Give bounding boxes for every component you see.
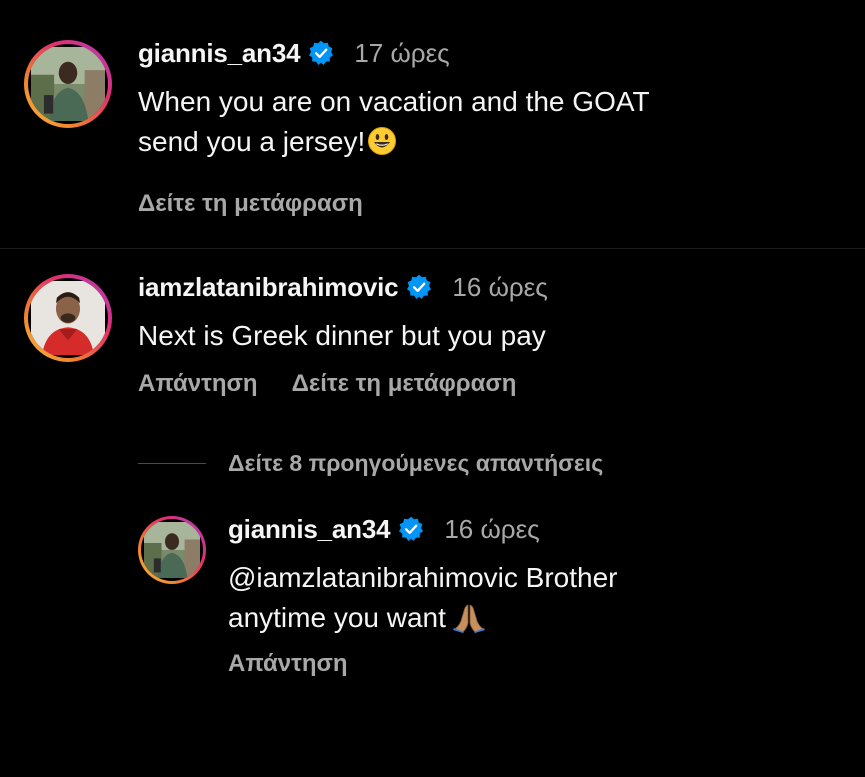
avatar-photo-giannis — [31, 47, 105, 121]
username[interactable]: giannis_an34 — [228, 514, 391, 545]
grinning-face-emoji-icon — [367, 126, 397, 156]
view-previous-replies-label[interactable]: Δείτε 8 προηγούμενες απαντήσεις — [228, 450, 603, 477]
reply-text-line-1: @iamzlatanibrahimovic Brother — [228, 558, 848, 598]
avatar — [31, 281, 105, 355]
comment-1-text: When you are on vacation and the GOAT se… — [138, 82, 838, 162]
verified-badge-icon — [398, 516, 424, 542]
comment-text-line-1: When you are on vacation and the GOAT — [138, 86, 650, 117]
timestamp: 16 ώρες — [444, 513, 540, 544]
verified-badge-icon — [308, 40, 334, 66]
username[interactable]: giannis_an34 — [138, 38, 301, 69]
timestamp: 17 ώρες — [354, 37, 450, 68]
username[interactable]: iamzlatanibrahimovic — [138, 272, 399, 303]
verified-badge-icon — [406, 274, 432, 300]
avatar — [144, 522, 200, 578]
see-translation-link[interactable]: Δείτε τη μετάφραση — [138, 190, 363, 217]
reply-text-line-2: anytime you want — [228, 598, 848, 638]
avatar — [31, 47, 105, 121]
reply-button[interactable]: Απάντηση — [138, 370, 258, 398]
avatar-story-ring[interactable] — [138, 516, 206, 584]
reply-text: @iamzlatanibrahimovic Brother anytime yo… — [228, 558, 848, 638]
reply-text-part: Brother — [517, 562, 618, 593]
view-previous-replies[interactable]: Δείτε 8 προηγούμενες απαντήσεις — [138, 448, 603, 478]
comment-2-header: iamzlatanibrahimovic 16 ώρες — [138, 270, 548, 304]
mention-link[interactable]: @iamzlatanibrahimovic — [228, 562, 518, 593]
see-translation-link[interactable]: Δείτε τη μετάφραση — [292, 370, 517, 398]
reply-header: giannis_an34 16 ώρες — [228, 512, 540, 546]
reply-comment: giannis_an34 16 ώρες @iamzlatanibrahimov… — [0, 500, 865, 700]
comment-text-line-1: Next is Greek dinner but you pay — [138, 320, 546, 351]
comment-1-actions: Δείτε τη μετάφραση — [138, 190, 363, 218]
reply-text-line-2-text: anytime you want — [228, 602, 446, 633]
timestamp: 16 ώρες — [452, 271, 548, 302]
reply-actions: Απάντηση — [228, 650, 348, 678]
comment-2: iamzlatanibrahimovic 16 ώρες Next is Gre… — [0, 250, 865, 450]
comment-2-text: Next is Greek dinner but you pay — [138, 316, 838, 356]
comment-text-line-2: send you a jersey! — [138, 122, 838, 162]
replies-line-divider — [138, 462, 206, 464]
avatar-story-ring[interactable] — [24, 40, 112, 128]
folded-hands-emoji-icon — [452, 603, 486, 633]
reply-button[interactable]: Απάντηση — [228, 650, 348, 677]
avatar-story-ring[interactable] — [24, 274, 112, 362]
avatar-photo-giannis — [144, 522, 200, 578]
divider — [0, 248, 865, 249]
comment-2-actions: Απάντηση Δείτε τη μετάφραση — [138, 370, 516, 398]
comment-1: giannis_an34 17 ώρες When you are on vac… — [0, 0, 865, 248]
comment-1-header: giannis_an34 17 ώρες — [138, 36, 450, 70]
avatar-photo-zlatan — [31, 281, 105, 355]
comment-text-line-2-text: send you a jersey! — [138, 126, 366, 157]
